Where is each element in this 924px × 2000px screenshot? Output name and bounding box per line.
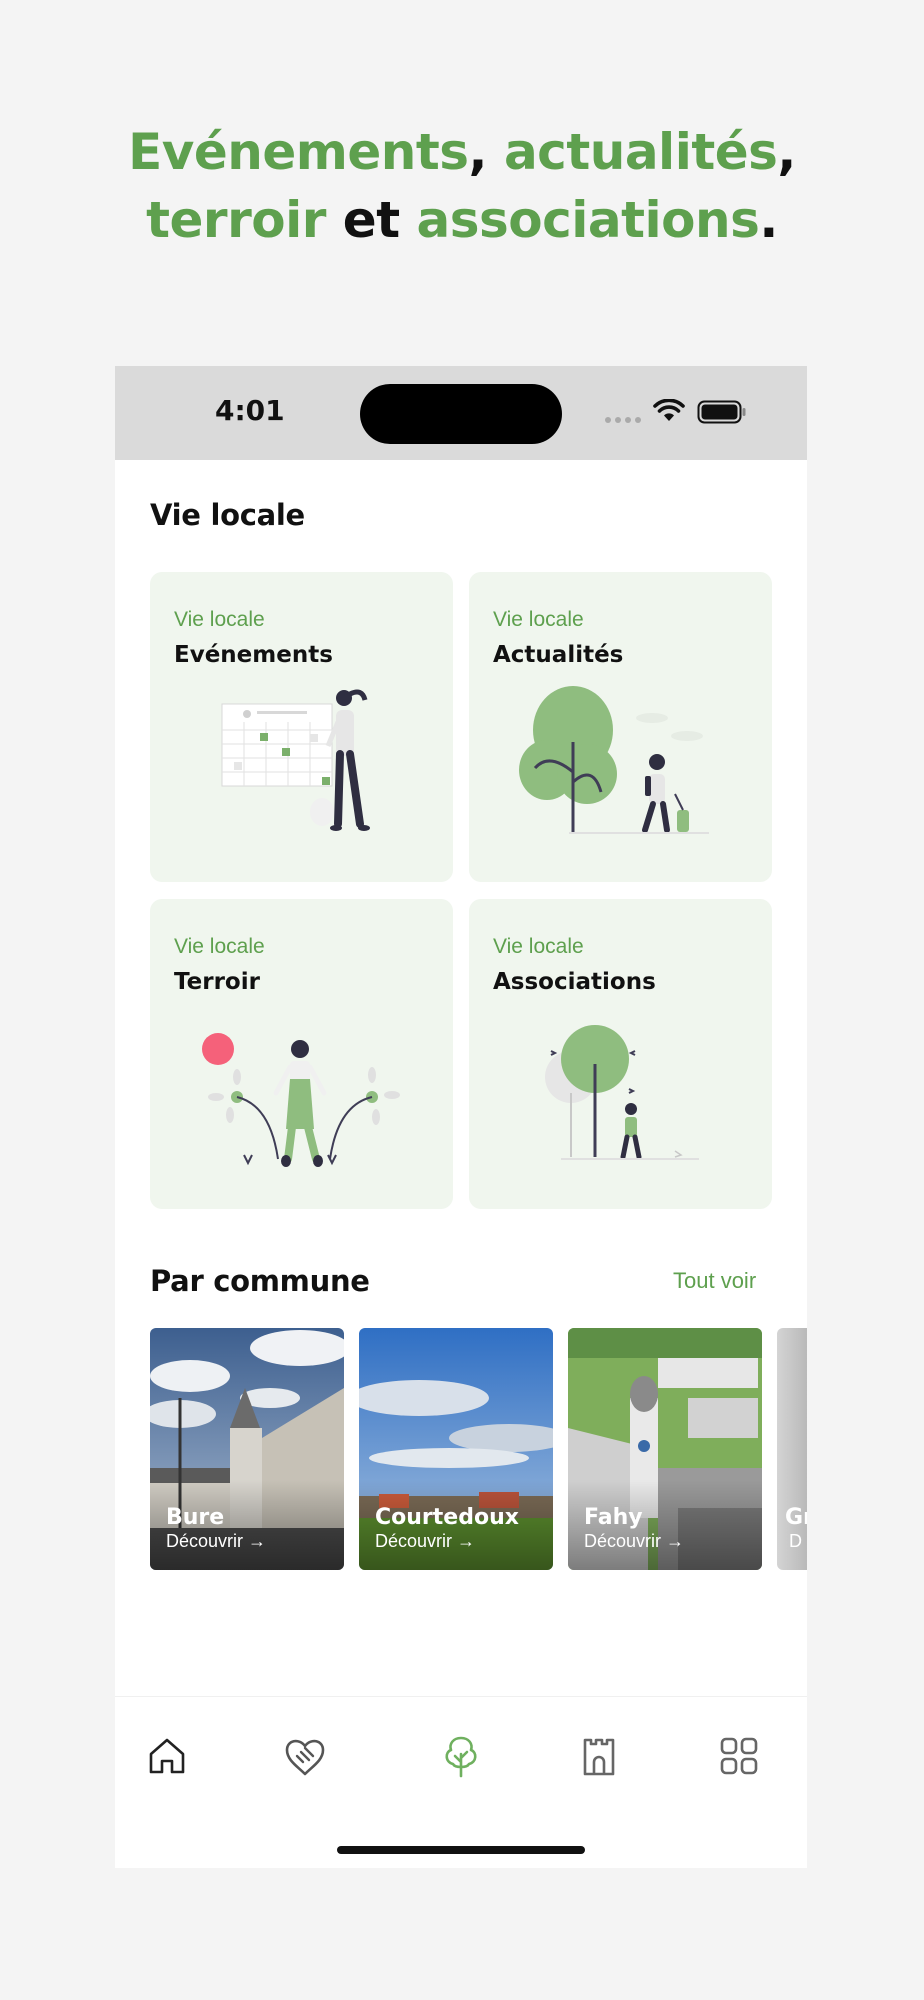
- tab-bar: [115, 1696, 807, 1868]
- commune-card-courtedoux[interactable]: Courtedoux Découvrir →: [359, 1328, 553, 1570]
- status-time: 4:01: [215, 394, 285, 427]
- walker-illustration: [545, 1025, 699, 1160]
- headline-word: actualités: [503, 123, 778, 181]
- calendar-illustration: [221, 689, 370, 831]
- castle-icon[interactable]: [575, 1732, 623, 1780]
- card-category: Vie locale: [174, 608, 265, 631]
- commune-card-fahy[interactable]: Fahy Découvrir →: [568, 1328, 762, 1570]
- commune-discover-link: D: [789, 1531, 802, 1551]
- commune-name: Courtedoux: [375, 1505, 519, 1530]
- card-actualites[interactable]: Vie locale Actualités: [469, 572, 772, 882]
- headline-word: Evénements: [128, 123, 469, 181]
- card-category: Vie locale: [174, 935, 265, 958]
- commune-name: Fahy: [584, 1505, 643, 1530]
- tree-icon[interactable]: [437, 1732, 485, 1780]
- card-title: Terroir: [174, 969, 260, 995]
- status-bar: 4:01: [115, 366, 807, 460]
- headline-line-2: terroir et associations.: [0, 186, 924, 254]
- commune-name: Bure: [166, 1505, 225, 1530]
- headline-word: associations: [416, 191, 760, 249]
- commune-name: Gr: [785, 1505, 807, 1530]
- card-terroir[interactable]: Vie locale Terroir: [150, 899, 453, 1209]
- see-all-link[interactable]: Tout voir: [673, 1268, 756, 1294]
- card-associations[interactable]: Vie locale Associations: [469, 899, 772, 1209]
- commune-discover-link: Découvrir →: [584, 1531, 685, 1551]
- home-icon[interactable]: [143, 1732, 191, 1780]
- gardener-illustration: [202, 1033, 400, 1167]
- traveler-illustration: [519, 686, 709, 834]
- headline-punct: ,: [468, 123, 504, 181]
- headline-punct: .: [759, 191, 778, 249]
- headline-connector: et: [325, 191, 417, 249]
- card-evenements[interactable]: Vie locale Evénements: [150, 572, 453, 882]
- home-indicator[interactable]: [337, 1846, 585, 1854]
- headline-punct: ,: [777, 123, 796, 181]
- section-title-vie-locale: Vie locale: [150, 498, 305, 532]
- commune-card-partial[interactable]: Gr D: [777, 1328, 807, 1570]
- commune-card-bure[interactable]: Bure Découvrir →: [150, 1328, 344, 1570]
- card-title: Actualités: [493, 642, 624, 668]
- card-title: Associations: [493, 969, 656, 995]
- card-category: Vie locale: [493, 608, 584, 631]
- grid-icon[interactable]: [715, 1732, 763, 1780]
- card-category: Vie locale: [493, 935, 584, 958]
- headline-word: terroir: [146, 191, 326, 249]
- dynamic-island: [360, 384, 562, 444]
- commune-discover-link: Découvrir →: [375, 1531, 476, 1551]
- section-title-par-commune: Par commune: [150, 1264, 370, 1298]
- handshake-icon[interactable]: [281, 1732, 329, 1780]
- headline-line-1: Evénements, actualités,: [0, 118, 924, 186]
- marketing-headline: Evénements, actualités, terroir et assoc…: [0, 118, 924, 254]
- wifi-icon: [653, 399, 685, 421]
- card-title: Evénements: [174, 642, 333, 668]
- phone-screen: 4:01 Vie locale Vie locale Evénements Vi…: [115, 366, 807, 1868]
- commune-discover-link: Découvrir →: [166, 1531, 267, 1551]
- battery-icon: [697, 400, 746, 424]
- cellular-signal-icon: [605, 417, 641, 423]
